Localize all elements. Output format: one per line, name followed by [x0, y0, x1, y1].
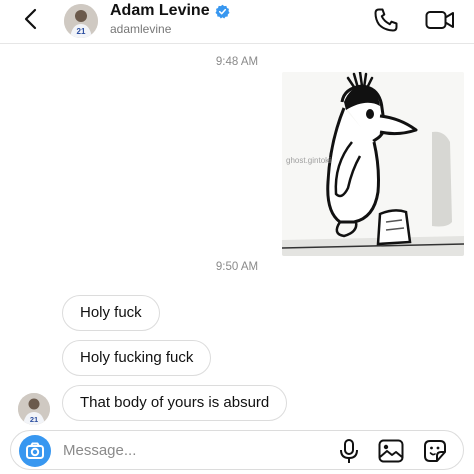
message-timestamp: 9:48 AM [215, 56, 259, 68]
message-timestamp: 9:50 AM [215, 261, 259, 273]
contact-handle: adamlevine [110, 22, 172, 36]
message-bubble[interactable]: Holy fuck [62, 295, 160, 331]
message-bubble[interactable]: Holy fucking fuck [62, 340, 212, 376]
microphone-icon[interactable] [336, 437, 362, 465]
contact-name: Adam Levine [110, 2, 210, 19]
message-bubble[interactable]: That body of yours is absurd [62, 385, 288, 421]
message-input[interactable] [63, 439, 283, 461]
contact-name-row[interactable]: Adam Levine [110, 2, 230, 20]
message-composer [10, 430, 464, 470]
phone-icon[interactable] [372, 6, 400, 34]
verified-icon [215, 4, 230, 18]
avatar[interactable]: 21 [64, 4, 98, 38]
avatar-photo: 21 [18, 393, 50, 425]
video-camera-icon[interactable] [424, 6, 456, 34]
camera-icon [26, 442, 44, 459]
sticker-icon[interactable] [421, 438, 449, 464]
image-watermark: ghost.gintoki [286, 156, 331, 165]
chevron-left-icon[interactable] [18, 6, 44, 32]
avatar-photo: 21 [64, 4, 98, 38]
gallery-icon[interactable] [377, 438, 405, 464]
sender-avatar[interactable]: 21 [18, 393, 50, 425]
jersey-number: 21 [77, 27, 86, 36]
jersey-number: 21 [30, 415, 38, 424]
camera-button[interactable] [19, 435, 51, 467]
chat-header: 21 Adam Levine adamlevine [0, 0, 474, 44]
